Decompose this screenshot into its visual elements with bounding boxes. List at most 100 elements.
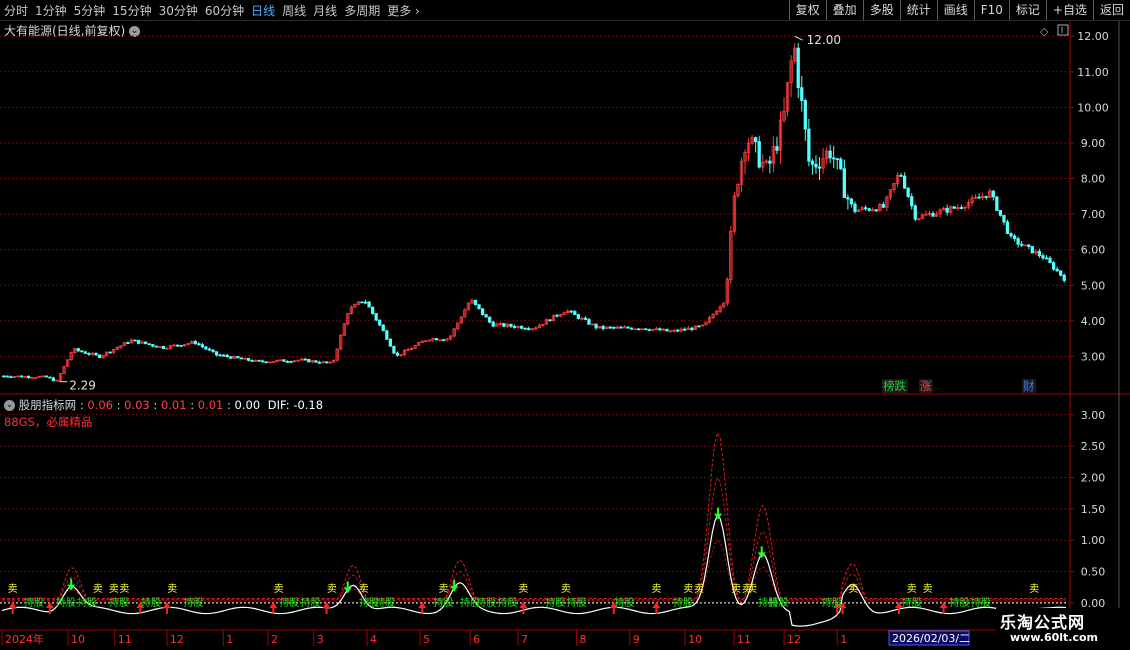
candle-body	[874, 209, 878, 212]
sell-label: 卖	[683, 583, 693, 595]
dif-line	[1, 514, 1067, 627]
candle-body	[683, 328, 687, 331]
candle-body	[151, 344, 155, 347]
time-label: 1	[226, 633, 233, 646]
buy-arrow-icon	[519, 602, 528, 614]
sell-label: 卖	[93, 583, 103, 595]
annotations: 12.00 2.29 榜跌涨 财	[59, 33, 1036, 393]
candle-body	[842, 168, 846, 199]
candle-body	[906, 187, 910, 198]
candle-body	[434, 338, 439, 341]
candle-body	[665, 328, 669, 332]
candle-body	[385, 330, 389, 340]
price-tick-label: 8.00	[1081, 173, 1106, 186]
candle-body	[519, 325, 524, 329]
sell-label: 卖	[359, 583, 369, 595]
candle-body	[108, 351, 112, 354]
candle-body	[303, 358, 307, 361]
candle-body	[51, 377, 56, 382]
candlesticks	[2, 43, 1066, 382]
candle-body	[76, 348, 80, 352]
badge-1: 涨	[920, 379, 932, 393]
price-axis-labels: 12.00 11.00 10.00 9.00 8.00 7.00 6.00 5.00 4.00 3…	[1070, 30, 1109, 363]
panel-toggle-icon[interactable]	[1057, 24, 1069, 36]
candle-body	[133, 339, 137, 342]
candle-body	[388, 338, 393, 347]
candle-body	[1016, 238, 1020, 245]
sell-label: 卖	[327, 583, 337, 595]
candle-body	[491, 321, 495, 327]
kline-chart[interactable]: 12.0011.0010.009.008.007.006.005.004.003…	[0, 0, 1130, 650]
high-price-label: 12.00	[807, 33, 841, 47]
candle-body	[374, 313, 378, 321]
high-pointer	[794, 35, 803, 41]
candle-body	[1055, 268, 1059, 272]
envelope-line-0	[2, 431, 1066, 600]
candle-body	[1041, 255, 1045, 259]
candle-body	[775, 146, 779, 151]
candle-body	[282, 359, 286, 362]
candle-body	[9, 376, 13, 379]
candle-body	[800, 87, 804, 101]
candle-body	[370, 306, 375, 314]
price-tick-label: 10.00	[1077, 101, 1109, 114]
logo-url: www.60lt.com	[1010, 631, 1099, 644]
sell-label: 卖	[848, 583, 858, 595]
buy-arrow-icon	[322, 602, 331, 614]
candle-body	[126, 342, 130, 344]
diamond-icon[interactable]: ◇	[1040, 25, 1049, 38]
candle-body	[1002, 214, 1006, 223]
candle-body	[2, 375, 6, 378]
candle-body	[314, 360, 318, 363]
candle-body	[204, 346, 208, 350]
sell-label: 卖	[731, 583, 741, 595]
candle-body	[509, 323, 513, 327]
site-logo: 乐淘公式网 www.60lt.com	[996, 608, 1130, 650]
buy-arrow-icon	[162, 602, 171, 614]
candle-body	[853, 203, 857, 212]
candle-body	[136, 339, 141, 344]
indicator-tick-label: 3.00	[1081, 409, 1106, 422]
candle-body	[573, 311, 577, 315]
candle-body	[285, 360, 290, 363]
hold-label: 持股	[673, 596, 693, 609]
sell-label: 卖	[1029, 583, 1039, 595]
candle-body	[154, 345, 158, 348]
candle-body	[395, 352, 400, 356]
candle-body	[307, 358, 311, 363]
candle-body	[945, 207, 949, 213]
candle-body	[488, 316, 492, 323]
price-tick-label: 5.00	[1081, 279, 1106, 292]
envelope-line-1	[2, 476, 1066, 601]
candle-body	[817, 166, 822, 169]
sell-label: 卖	[561, 583, 571, 595]
candle-body	[94, 352, 98, 356]
candle-body	[881, 204, 885, 208]
hold-label: 持股	[822, 596, 842, 609]
candle-body	[381, 324, 385, 332]
candle-body	[97, 354, 102, 358]
candle-body	[690, 327, 694, 330]
hold-label: 持股	[497, 596, 517, 609]
sell-label: 卖	[518, 583, 528, 595]
candle-body	[246, 357, 251, 361]
sell-label: 卖	[747, 583, 757, 595]
candle-body	[229, 356, 233, 359]
candle-body	[26, 375, 31, 378]
time-label: 10	[71, 633, 85, 646]
candle-body	[995, 196, 999, 211]
time-label: 10	[688, 633, 702, 646]
hold-label: 持股	[24, 596, 44, 609]
candle-body	[44, 375, 48, 378]
candle-body	[612, 326, 616, 329]
hold-label: 持股	[184, 596, 204, 609]
candle-body	[197, 343, 201, 346]
candle-body	[754, 137, 758, 143]
sell-label: 卖	[109, 583, 119, 595]
hold-label: 持股	[769, 596, 789, 609]
candle-body	[977, 196, 981, 199]
candle-body	[899, 174, 903, 177]
candle-body	[839, 158, 843, 170]
sell-arrow-icon	[757, 546, 766, 559]
candle-body	[147, 343, 151, 346]
